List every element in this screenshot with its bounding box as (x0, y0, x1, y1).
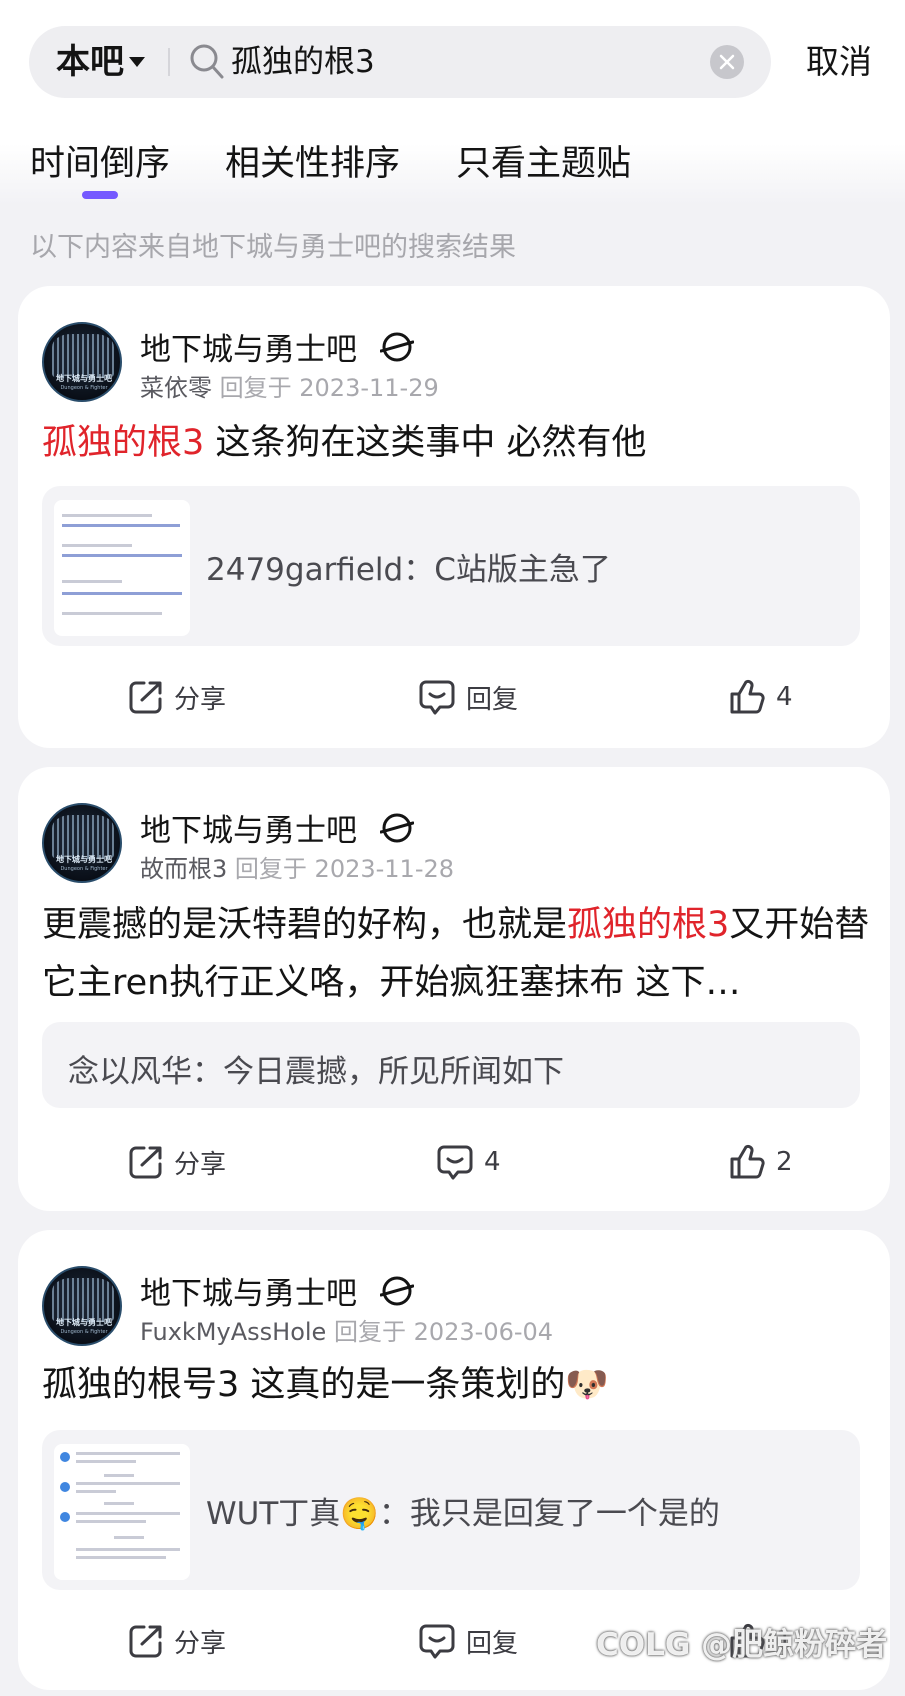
quoted-reply[interactable]: 2479garfield：C站版主急了 (42, 486, 860, 646)
reply-button[interactable]: 回复 (418, 674, 518, 720)
quoted-reply[interactable]: 念以风华：今日震撼，所见所闻如下 (42, 1022, 860, 1108)
share-button[interactable]: 分享 (128, 674, 226, 720)
author-line: FuxkMyAssHole 回复于 2023-06-04 (140, 1312, 553, 1347)
highlight-keyword: 孤独的根3 (42, 423, 205, 463)
quoted-reply[interactable]: WUT丁真🤤：我只是回复了一个是的 (42, 1430, 860, 1590)
search-input[interactable]: 孤独的根3 (231, 26, 375, 98)
forum-badge-icon (380, 813, 414, 843)
reply-button[interactable]: 回复 (418, 1618, 518, 1664)
post-text[interactable]: 孤独的根3 这条狗在这类事中 必然有他 (42, 414, 872, 472)
forum-name[interactable]: 地下城与勇士吧 (140, 1268, 357, 1313)
quote-text: WUT丁真🤤：我只是回复了一个是的 (206, 1496, 720, 1532)
like-button[interactable]: 4 (728, 674, 793, 720)
author-line: 菜依零 回复于 2023-11-29 (140, 368, 439, 403)
thumbs-up-icon (730, 679, 765, 714)
author-name[interactable]: FuxkMyAssHole (140, 1318, 326, 1346)
share-icon (129, 1625, 162, 1658)
post-text[interactable]: 更震撼的是沃特碧的好构，也就是孤独的根3又开始替它主ren执行正义咯，开始疯狂塞… (42, 896, 872, 1012)
comment-icon (437, 1145, 473, 1180)
author-line: 故而根3 回复于 2023-11-28 (140, 849, 454, 884)
quote-text: 念以风华：今日震撼，所见所闻如下 (68, 1054, 564, 1090)
share-icon (129, 681, 162, 714)
quote-thumbnail (54, 500, 190, 636)
like-button[interactable]: 2 (728, 1139, 793, 1185)
thumbs-up-icon (730, 1144, 765, 1179)
reply-time: 回复于 2023-11-28 (234, 855, 455, 883)
reply-button[interactable]: 4 (436, 1139, 501, 1185)
search-box[interactable]: 本吧 孤独的根3 (29, 26, 771, 98)
author-name[interactable]: 菜依零 (140, 374, 212, 402)
cancel-button[interactable]: 取消 (806, 34, 872, 90)
close-icon (719, 54, 735, 70)
search-source-notice: 以下内容来自地下城与勇士吧的搜索结果 (30, 232, 516, 263)
forum-name[interactable]: 地下城与勇士吧 (140, 805, 357, 850)
forum-badge-icon (380, 1276, 414, 1306)
top-bar: 本吧 孤独的根3 取消 时间倒序 相关性排序 只看主题贴 (0, 0, 905, 205)
forum-avatar[interactable]: 地下城与勇士吧 Dungeon & Fighter (42, 803, 122, 883)
search-icon (190, 44, 224, 79)
tab-time-desc[interactable]: 时间倒序 (30, 135, 170, 186)
share-button[interactable]: 分享 (128, 1139, 226, 1185)
forum-name[interactable]: 地下城与勇士吧 (140, 324, 357, 369)
quote-thumbnail (54, 1444, 190, 1580)
post-text[interactable]: 孤独的根号3 这真的是一条策划的🐶 (42, 1356, 872, 1414)
caret-down-icon[interactable] (129, 57, 145, 67)
post-card[interactable]: 地下城与勇士吧 Dungeon & Fighter 地下城与勇士吧 故而根3 回… (18, 767, 890, 1211)
reply-time: 回复于 2023-11-29 (219, 374, 439, 402)
forum-badge-icon (380, 332, 414, 362)
reply-time: 回复于 2023-06-04 (333, 1318, 554, 1346)
author-name[interactable]: 故而根3 (140, 855, 227, 883)
share-icon (129, 1146, 162, 1179)
forum-avatar[interactable]: 地下城与勇士吧 Dungeon & Fighter (42, 1266, 122, 1346)
highlight-keyword: 孤独的根3 (567, 905, 730, 945)
comment-icon (419, 1624, 455, 1659)
share-button[interactable]: 分享 (128, 1618, 226, 1664)
comment-icon (419, 680, 455, 715)
tab-topics-only[interactable]: 只看主题贴 (456, 135, 631, 186)
divider (168, 48, 170, 76)
clear-search-button[interactable] (710, 45, 744, 79)
watermark: COLG @肥鲸粉碎者 (596, 1627, 888, 1663)
active-tab-indicator (82, 191, 118, 199)
forum-avatar[interactable]: 地下城与勇士吧 Dungeon & Fighter (42, 322, 122, 402)
post-card[interactable]: 地下城与勇士吧 Dungeon & Fighter 地下城与勇士吧 菜依零 回复… (18, 286, 890, 748)
scope-selector[interactable]: 本吧 (56, 26, 124, 98)
quote-text: 2479garfield：C站版主急了 (206, 552, 611, 588)
tab-relevance[interactable]: 相关性排序 (225, 135, 400, 186)
